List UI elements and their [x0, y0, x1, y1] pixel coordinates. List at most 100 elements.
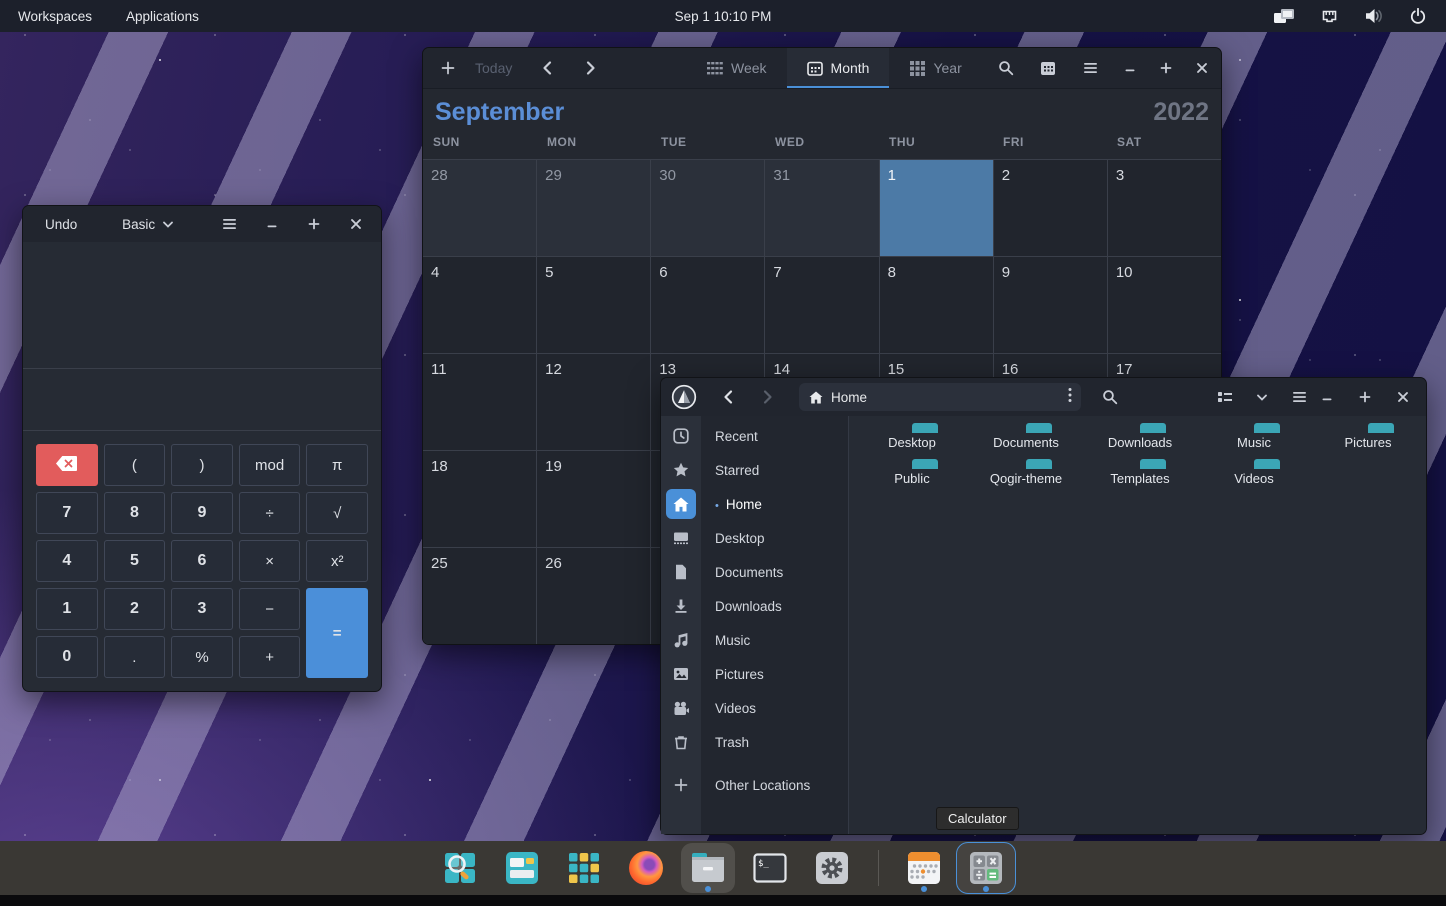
key-2[interactable]: 2	[104, 588, 166, 630]
tray-power[interactable]	[1410, 8, 1426, 24]
tab-year[interactable]: Year	[889, 48, 981, 88]
key-7[interactable]: 7	[36, 492, 98, 534]
search-icon[interactable]	[995, 57, 1017, 79]
next-month-button[interactable]	[580, 57, 602, 79]
folder-templates[interactable]: Templates	[1083, 464, 1197, 486]
sidebar-item-trash[interactable]: Trash	[661, 725, 848, 759]
search-icon[interactable]	[1099, 386, 1121, 408]
folder-downloads[interactable]: Downloads	[1083, 428, 1197, 450]
key-add[interactable]: +	[239, 636, 301, 678]
close-button[interactable]	[1392, 386, 1414, 408]
sidebar-item-downloads[interactable]: Downloads	[661, 589, 848, 623]
dock-app-finder[interactable]	[429, 841, 491, 895]
calendar-day-cell[interactable]: 8	[880, 257, 993, 353]
calendar-day-cell[interactable]: 30	[651, 160, 764, 256]
key-9[interactable]: 9	[171, 492, 233, 534]
calendar-day-cell[interactable]: 12	[537, 354, 650, 450]
path-menu-icon[interactable]	[1068, 387, 1072, 407]
calendar-day-cell[interactable]: 7	[765, 257, 878, 353]
tray-network[interactable]	[1321, 9, 1338, 24]
folder-music[interactable]: Music	[1197, 428, 1311, 450]
key-decimal[interactable]: .	[104, 636, 166, 678]
forward-button[interactable]	[757, 386, 779, 408]
key-3[interactable]: 3	[171, 588, 233, 630]
calendar-day-cell[interactable]: 3	[1108, 160, 1221, 256]
menu-icon[interactable]	[1079, 57, 1101, 79]
dock-settings[interactable]	[801, 841, 863, 895]
maximize-button[interactable]	[303, 213, 325, 235]
key-percent[interactable]: %	[171, 636, 233, 678]
calendar-day-cell[interactable]: 6	[651, 257, 764, 353]
menu-icon[interactable]	[1288, 386, 1310, 408]
key-backspace[interactable]	[36, 444, 98, 486]
dock-terminal[interactable]: $_	[739, 841, 801, 895]
sidebar-item-other-locations[interactable]: Other Locations	[661, 768, 848, 802]
sidebar-item-documents[interactable]: Documents	[661, 555, 848, 589]
calendar-day-cell[interactable]: 1	[880, 160, 993, 256]
sidebar-item-pictures[interactable]: Pictures	[661, 657, 848, 691]
calendar-day-cell[interactable]: 29	[537, 160, 650, 256]
calendar-day-cell[interactable]: 9	[994, 257, 1107, 353]
dock-calculator[interactable]	[955, 841, 1017, 895]
key-mod[interactable]: mod	[239, 444, 301, 486]
folder-desktop[interactable]: Desktop	[855, 428, 969, 450]
maximize-button[interactable]	[1354, 386, 1376, 408]
calendar-day-cell[interactable]: 11	[423, 354, 536, 450]
calendar-day-cell[interactable]: 5	[537, 257, 650, 353]
panel-menu-workspaces[interactable]: Workspaces	[18, 9, 92, 24]
sidebar-item-videos[interactable]: Videos	[661, 691, 848, 725]
tab-week[interactable]: Week	[687, 48, 787, 88]
sidebar-item-music[interactable]: Music	[661, 623, 848, 657]
calendar-day-cell[interactable]: 31	[765, 160, 878, 256]
key-0[interactable]: 0	[36, 636, 98, 678]
view-options-caret-icon[interactable]	[1256, 386, 1268, 408]
calendar-day-cell[interactable]: 26	[537, 548, 650, 644]
folder-pictures[interactable]: Pictures	[1311, 428, 1425, 450]
panel-clock[interactable]: Sep 1 10:10 PM	[0, 9, 1446, 24]
dock-calendar[interactable]	[893, 841, 955, 895]
calendar-day-cell[interactable]: 18	[423, 451, 536, 547]
dock-files[interactable]	[677, 841, 739, 895]
dock-firefox[interactable]	[615, 841, 677, 895]
menu-icon[interactable]	[219, 213, 241, 235]
mode-dropdown[interactable]: Basic	[122, 217, 174, 232]
folder-documents[interactable]: Documents	[969, 428, 1083, 450]
key-divide[interactable]: ÷	[239, 492, 301, 534]
tray-workspace-switcher[interactable]	[1273, 8, 1295, 25]
key-6[interactable]: 6	[171, 540, 233, 582]
sidebar-item-starred[interactable]: Starred	[661, 453, 848, 487]
key-sqrt[interactable]: √	[306, 492, 368, 534]
calendar-day-cell[interactable]: 2	[994, 160, 1107, 256]
sidebar-item-recent[interactable]: Recent	[661, 419, 848, 453]
undo-button[interactable]: Undo	[45, 217, 77, 232]
calendar-day-cell[interactable]: 10	[1108, 257, 1221, 353]
maximize-button[interactable]	[1155, 57, 1177, 79]
key-equals[interactable]: =	[306, 588, 368, 678]
close-button[interactable]	[1191, 57, 1213, 79]
today-button[interactable]: Today	[475, 60, 512, 76]
key-close-paren[interactable]: )	[171, 444, 233, 486]
key-pi[interactable]: π	[306, 444, 368, 486]
calendar-day-cell[interactable]: 25	[423, 548, 536, 644]
key-subtract[interactable]: −	[239, 588, 301, 630]
key-multiply[interactable]: ×	[239, 540, 301, 582]
calendar-grid-icon[interactable]	[1037, 57, 1059, 79]
calendar-day-cell[interactable]: 19	[537, 451, 650, 547]
list-view-icon[interactable]	[1214, 386, 1236, 408]
folder-videos[interactable]: Videos	[1197, 464, 1311, 486]
path-bar[interactable]: Home	[799, 383, 1081, 411]
panel-menu-applications[interactable]: Applications	[126, 9, 199, 24]
prev-month-button[interactable]	[536, 57, 558, 79]
minimize-button[interactable]	[261, 213, 283, 235]
key-8[interactable]: 8	[104, 492, 166, 534]
key-5[interactable]: 5	[104, 540, 166, 582]
key-square[interactable]: x²	[306, 540, 368, 582]
tray-volume[interactable]	[1364, 8, 1384, 24]
dock-app-grid[interactable]	[553, 841, 615, 895]
minimize-button[interactable]	[1316, 386, 1338, 408]
sidebar-item-desktop[interactable]: Desktop	[661, 521, 848, 555]
folder-qogir-theme[interactable]: Qogir-theme	[969, 464, 1083, 486]
minimize-button[interactable]	[1119, 57, 1141, 79]
key-open-paren[interactable]: (	[104, 444, 166, 486]
key-1[interactable]: 1	[36, 588, 98, 630]
